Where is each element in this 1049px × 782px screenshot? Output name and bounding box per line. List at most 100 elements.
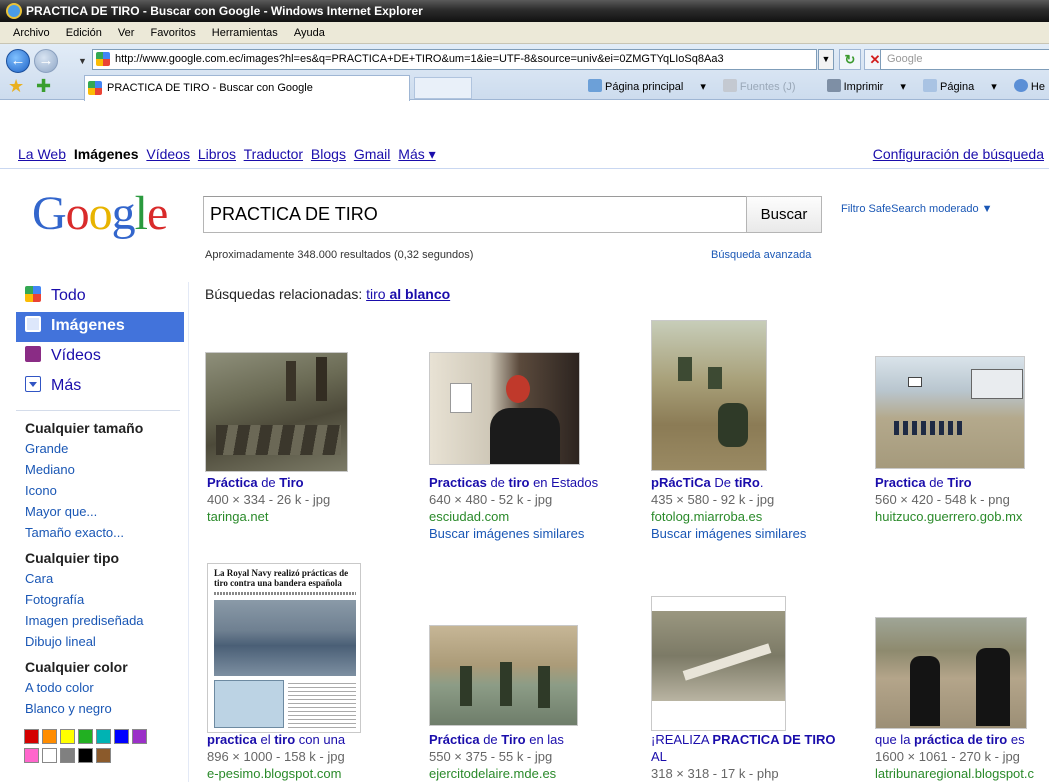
nav-gmail[interactable]: Gmail bbox=[354, 146, 391, 162]
result-thumbnail[interactable]: La Royal Navy realizó prácticas de tiro … bbox=[207, 563, 361, 733]
back-button[interactable]: ← bbox=[6, 49, 30, 73]
safesearch-dropdown[interactable]: Filtro SafeSearch moderado ▼ bbox=[841, 203, 993, 215]
result-title[interactable]: practica el tiro con una bbox=[207, 731, 397, 748]
nav-blogs[interactable]: Blogs bbox=[311, 146, 346, 162]
type-lineart-link[interactable]: Dibujo lineal bbox=[25, 631, 184, 652]
result-thumbnail[interactable] bbox=[429, 352, 580, 465]
result-thumbnail[interactable] bbox=[875, 356, 1025, 469]
page-label: Página bbox=[939, 81, 975, 93]
menu-ver[interactable]: Ver bbox=[118, 22, 135, 44]
result-item: Practicas de tiro en Estados 640 × 480 -… bbox=[429, 474, 634, 542]
result-meta: 896 × 1000 - 158 k - jpg bbox=[207, 749, 345, 764]
title-text: en las bbox=[525, 732, 564, 747]
type-clipart-link[interactable]: Imagen prediseñada bbox=[25, 610, 184, 631]
nav-web[interactable]: La Web bbox=[18, 146, 66, 162]
title-text: De bbox=[710, 475, 735, 490]
result-title[interactable]: Practica de Tiro bbox=[875, 474, 1047, 491]
window-title-bar: PRACTICA DE TIRO - Buscar con Google - W… bbox=[0, 0, 1049, 22]
add-favorite-icon[interactable]: ✚ bbox=[36, 77, 51, 95]
size-exact-link[interactable]: Tamaño exacto... bbox=[25, 522, 184, 543]
browser-search-input[interactable]: Google bbox=[880, 49, 1049, 70]
nav-videos[interactable]: Vídeos bbox=[146, 146, 190, 162]
color-bw-link[interactable]: Blanco y negro bbox=[25, 698, 184, 719]
address-url: http://www.google.com.ec/images?hl=es&q=… bbox=[115, 53, 724, 65]
color-swatch[interactable] bbox=[78, 729, 93, 744]
search-settings-link[interactable]: Configuración de búsqueda bbox=[873, 146, 1044, 162]
color-swatch[interactable] bbox=[42, 729, 57, 744]
menu-favoritos[interactable]: Favoritos bbox=[150, 22, 195, 44]
google-logo[interactable]: Google bbox=[32, 186, 168, 242]
menu-herramientas[interactable]: Herramientas bbox=[212, 22, 278, 44]
menu-archivo[interactable]: Archivo bbox=[13, 22, 50, 44]
history-dropdown-icon[interactable]: ▼ bbox=[78, 56, 87, 66]
size-medium-link[interactable]: Mediano bbox=[25, 459, 184, 480]
result-title[interactable]: Práctica de Tiro bbox=[207, 474, 397, 491]
color-swatch[interactable] bbox=[78, 748, 93, 763]
related-link[interactable]: tiro al blanco bbox=[366, 286, 450, 302]
type-photo-link[interactable]: Fotografía bbox=[25, 589, 184, 610]
sidebar-item-more[interactable]: Más bbox=[16, 372, 184, 402]
help-button[interactable]: He bbox=[1013, 78, 1049, 96]
home-button[interactable]: Página principal ▾ bbox=[588, 78, 706, 96]
advanced-search-link[interactable]: Búsqueda avanzada bbox=[711, 249, 811, 261]
result-title[interactable]: pRácTiCa De tiRo. bbox=[651, 474, 851, 491]
related-link-plain: tiro bbox=[366, 286, 386, 302]
size-large-link[interactable]: Grande bbox=[25, 438, 184, 459]
color-swatch[interactable] bbox=[96, 729, 111, 744]
color-swatch[interactable] bbox=[24, 729, 39, 744]
size-larger-than-link[interactable]: Mayor que... bbox=[25, 501, 184, 522]
result-meta: 400 × 334 - 26 k - jpg bbox=[207, 492, 331, 507]
nav-images[interactable]: Imágenes bbox=[74, 146, 139, 162]
address-dropdown-icon[interactable]: ▼ bbox=[818, 49, 834, 70]
favorites-star-icon[interactable]: ★ bbox=[8, 77, 24, 95]
target-shape bbox=[908, 377, 922, 387]
result-meta: 640 × 480 - 52 k - jpg bbox=[429, 492, 553, 507]
result-title[interactable]: que la práctica de tiro es bbox=[875, 731, 1047, 748]
search-button[interactable]: Buscar bbox=[746, 196, 822, 233]
menu-bar: Archivo Edición Ver Favoritos Herramient… bbox=[0, 22, 1049, 44]
result-thumbnail[interactable] bbox=[429, 625, 578, 726]
result-title[interactable]: ¡REALIZA PRACTICA DE TIRO bbox=[651, 731, 861, 748]
sidebar-item-videos[interactable]: Vídeos bbox=[16, 342, 184, 372]
result-thumbnail[interactable] bbox=[651, 596, 786, 731]
title-bold: Práctica bbox=[429, 732, 480, 747]
similar-images-link[interactable]: Buscar imágenes similares bbox=[651, 525, 851, 542]
search-input[interactable]: PRACTICA DE TIRO bbox=[203, 196, 747, 233]
menu-edicion[interactable]: Edición bbox=[66, 22, 102, 44]
color-full-link[interactable]: A todo color bbox=[25, 677, 184, 698]
result-title[interactable]: Practicas de tiro en Estados bbox=[429, 474, 634, 491]
print-button[interactable]: Imprimir ▾ bbox=[826, 78, 906, 96]
title-text: el bbox=[256, 732, 275, 747]
size-icon-link[interactable]: Icono bbox=[25, 480, 184, 501]
result-meta: 435 × 580 - 92 k - jpg bbox=[651, 492, 775, 507]
menu-ayuda[interactable]: Ayuda bbox=[294, 22, 325, 44]
nav-translate[interactable]: Traductor bbox=[244, 146, 303, 162]
sidebar-item-all[interactable]: Todo bbox=[16, 282, 184, 312]
color-swatch[interactable] bbox=[96, 748, 111, 763]
nav-books[interactable]: Libros bbox=[198, 146, 236, 162]
color-swatch[interactable] bbox=[60, 729, 75, 744]
color-swatch[interactable] bbox=[114, 729, 129, 744]
color-swatch[interactable] bbox=[132, 729, 147, 744]
color-swatch[interactable] bbox=[60, 748, 75, 763]
type-face-link[interactable]: Cara bbox=[25, 568, 184, 589]
color-swatch[interactable] bbox=[24, 748, 39, 763]
feeds-button[interactable]: Fuentes (J) bbox=[722, 78, 810, 96]
browser-tab[interactable]: PRACTICA DE TIRO - Buscar con Google bbox=[84, 75, 410, 101]
result-site: ejercitodelaire.mde.es bbox=[429, 766, 557, 781]
result-title[interactable]: Práctica de Tiro en las bbox=[429, 731, 634, 748]
similar-images-link[interactable]: Buscar imágenes similares bbox=[429, 525, 634, 542]
forward-button[interactable]: → bbox=[34, 49, 58, 73]
sidebar-item-images[interactable]: Imágenes bbox=[16, 312, 184, 342]
address-input[interactable]: http://www.google.com.ec/images?hl=es&q=… bbox=[92, 49, 817, 70]
result-thumbnail[interactable] bbox=[875, 617, 1027, 729]
result-title-continued[interactable]: AL bbox=[651, 748, 861, 765]
page-menu-button[interactable]: Página ▾ bbox=[922, 78, 997, 96]
tab-title: PRACTICA DE TIRO - Buscar con Google bbox=[107, 82, 313, 94]
nav-more[interactable]: Más ▾ bbox=[398, 146, 435, 162]
result-thumbnail[interactable] bbox=[651, 320, 767, 471]
result-thumbnail[interactable] bbox=[205, 352, 348, 472]
refresh-button[interactable]: ↻ bbox=[839, 49, 861, 70]
color-swatch[interactable] bbox=[42, 748, 57, 763]
new-tab-button[interactable] bbox=[414, 77, 472, 99]
